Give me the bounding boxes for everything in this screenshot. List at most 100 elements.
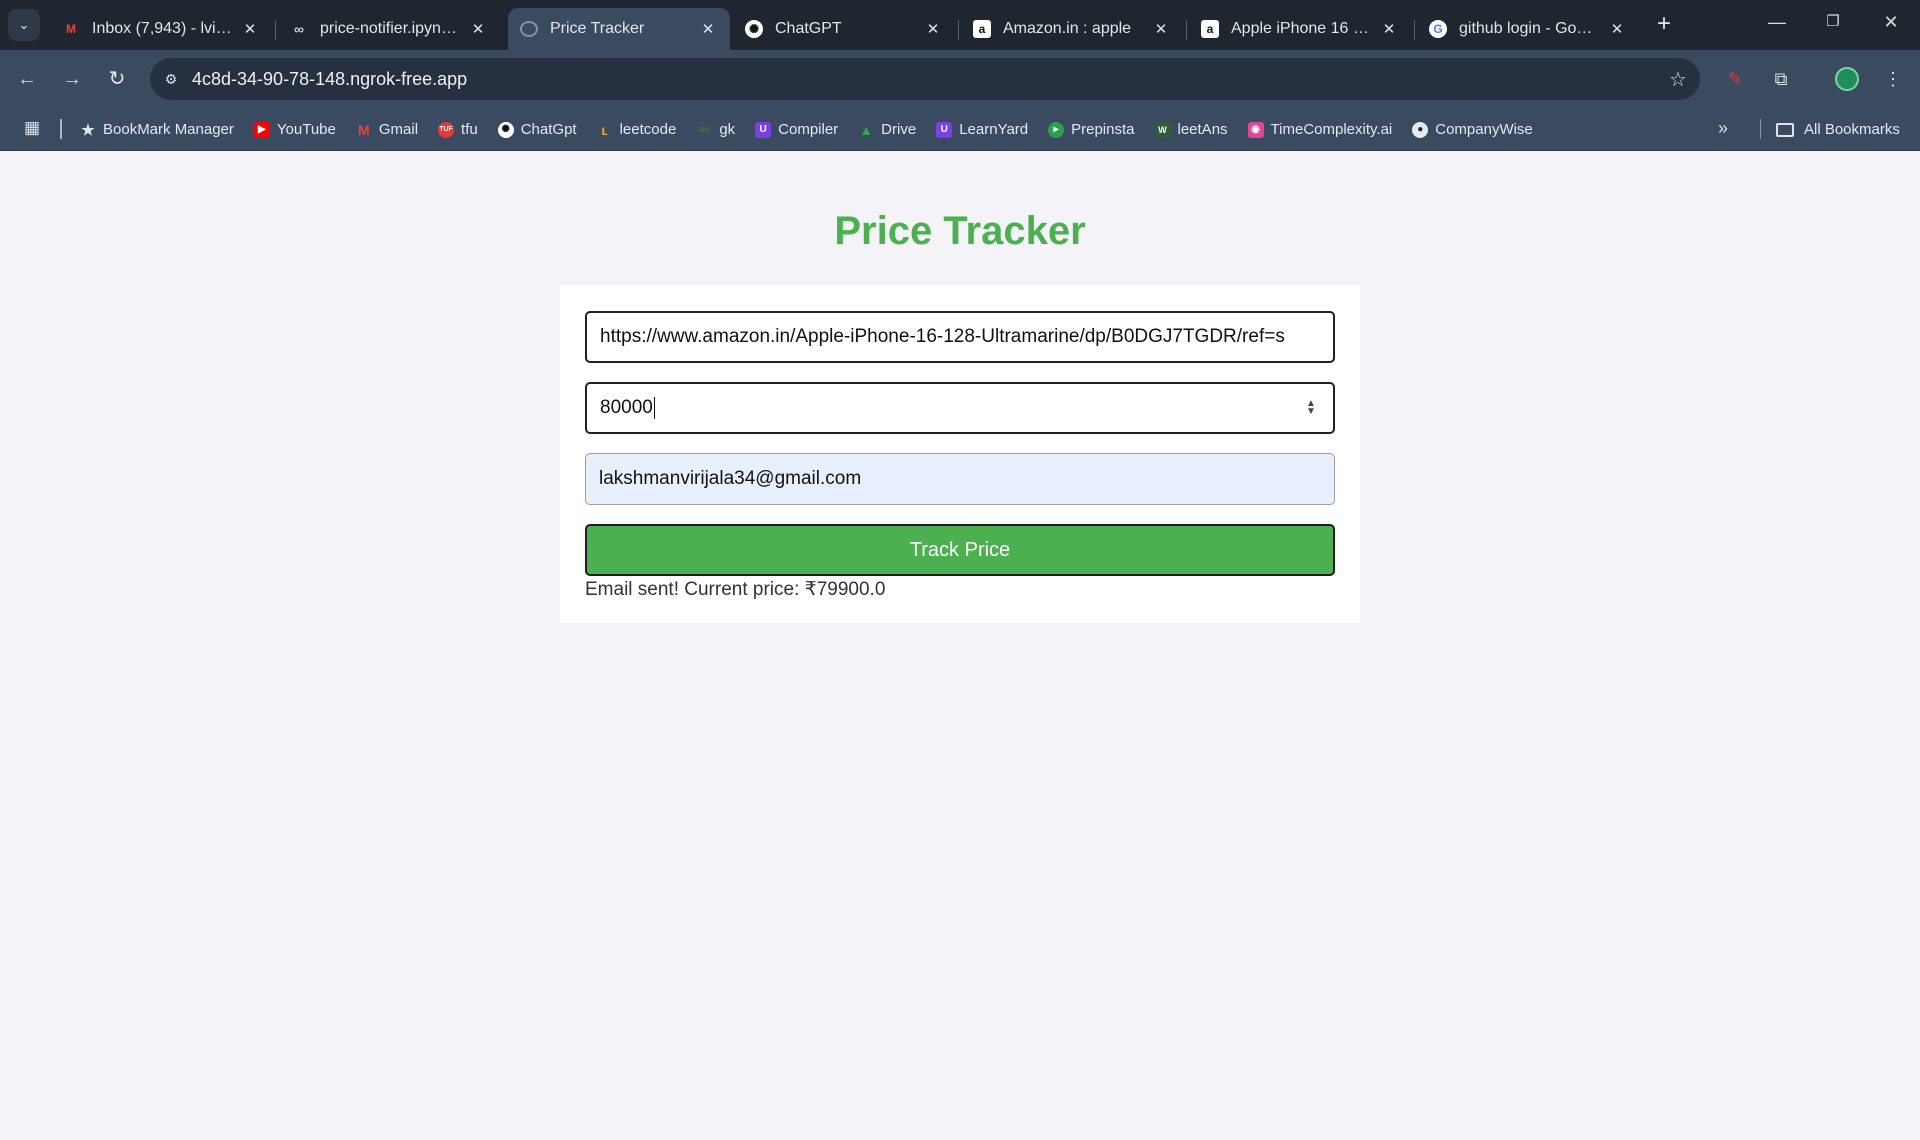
back-button[interactable]: ← [12, 64, 42, 94]
close-icon[interactable]: ✕ [1379, 20, 1399, 38]
chatgpt-icon: ✺ [745, 20, 763, 38]
profile-avatar[interactable] [1832, 64, 1862, 94]
drive-icon: ▲ [859, 121, 874, 138]
minimize-button[interactable]: — [1765, 12, 1789, 33]
bookmark-item[interactable]: TUF tfu [438, 121, 478, 138]
target-price-input[interactable]: 80000 ▲ ▼ [585, 382, 1335, 434]
leetcode-icon: ʟ [601, 121, 608, 138]
bookmark-item[interactable]: WleetAns [1154, 121, 1228, 138]
email-input[interactable]: lakshmanvirijala34@gmail.com [585, 453, 1335, 505]
menu-button[interactable]: ⋮ [1878, 64, 1908, 94]
pen-extension-icon[interactable]: ✎ [1720, 64, 1750, 94]
tab-gmail[interactable]: M Inbox (7,943) - lvirijala ✕ [50, 8, 272, 50]
tab-amazon-search[interactable]: a Amazon.in : apple ✕ [961, 8, 1183, 50]
prepinsta-icon: ▸ [1048, 121, 1065, 138]
tab-amazon-iphone[interactable]: a Apple iPhone 16 (128 ✕ [1189, 8, 1411, 50]
bookmarks-overflow-icon[interactable]: » [1718, 118, 1728, 139]
reload-button[interactable]: ↻ [102, 64, 132, 94]
tracker-form-card: https://www.amazon.in/Apple-iPhone-16-12… [560, 285, 1360, 623]
close-icon[interactable]: ✕ [1607, 20, 1627, 38]
close-window-button[interactable]: ✕ [1879, 12, 1903, 33]
bookmarks-bar: ▦ ★ BookMark Manager ▶ YouTube M Gmail TUF t… [0, 108, 1920, 151]
bookmarks-list: ★ BookMark Manager ▶ YouTube M Gmail TUF tfu… [80, 108, 1553, 151]
tab-chatgpt[interactable]: ✺ ChatGPT ✕ [733, 8, 955, 50]
close-icon[interactable]: ✕ [468, 20, 488, 38]
restore-button[interactable]: ❐ [1821, 12, 1845, 30]
gmail-icon: M [358, 121, 370, 138]
chatgpt-icon: ✺ [497, 121, 514, 138]
site-settings-icon[interactable]: ⚙ [150, 71, 192, 88]
gk-icon: ae [698, 124, 710, 135]
arrow-left-icon: ← [17, 68, 37, 90]
bookmark-item[interactable]: U LearnYard [936, 121, 1028, 138]
extensions-icon[interactable]: ⧉ [1766, 64, 1796, 94]
kebab-menu-icon: ⋮ [1884, 68, 1902, 89]
forward-button[interactable]: → [57, 64, 87, 94]
tab-divider [1414, 20, 1415, 40]
compiler-icon: U [755, 121, 772, 138]
bookmark-item[interactable]: M Gmail [356, 121, 418, 138]
bookmark-item[interactable]: U Compiler [755, 121, 838, 138]
address-bar[interactable]: ⚙ 4c8d-34-90-78-148.ngrok-free.app ☆ [150, 58, 1700, 100]
gmail-icon: M [66, 22, 76, 36]
product-url-input[interactable]: https://www.amazon.in/Apple-iPhone-16-12… [585, 311, 1335, 363]
bookmark-star-icon[interactable]: ☆ [1656, 67, 1700, 92]
close-icon[interactable]: ✕ [698, 20, 718, 38]
leetans-icon: W [1154, 121, 1171, 138]
amazon-icon: a [973, 20, 991, 38]
close-icon[interactable]: ✕ [1151, 20, 1171, 38]
browser-toolbar: ← → ↻ ⚙ 4c8d-34-90-78-148.ngrok-free.app… [0, 50, 1920, 108]
target-price-value: 80000 [600, 397, 653, 418]
plus-icon: + [1656, 10, 1671, 37]
github-icon: ● [1412, 121, 1429, 138]
text-caret [653, 396, 655, 419]
amazon-icon: a [1201, 20, 1219, 38]
tab-colab[interactable]: ∞ price-notifier.ipynb - Colab ✕ [278, 8, 500, 50]
learnyard-icon: U [936, 121, 953, 138]
track-price-button[interactable]: Track Price [585, 524, 1335, 576]
bookmark-item[interactable]: ʟ leetcode [597, 121, 676, 138]
reload-icon: ↻ [108, 68, 126, 90]
tab-divider [275, 20, 276, 40]
new-tab-button[interactable]: + [1651, 12, 1677, 38]
tab-google-github[interactable]: G github login - Google ✕ [1417, 8, 1639, 50]
tab-strip: ⌄ M Inbox (7,943) - lvirijala ✕ ∞ price-… [0, 0, 1920, 50]
bookmark-item[interactable]: ★ BookMark Manager [80, 121, 234, 139]
apps-grid-icon[interactable]: ▦ [22, 118, 42, 138]
youtube-icon: ▶ [253, 121, 270, 138]
star-icon: ★ [81, 121, 95, 139]
tab-divider [1186, 20, 1187, 40]
bookmarks-divider [1760, 119, 1761, 139]
all-bookmarks-button[interactable]: All Bookmarks [1776, 108, 1900, 151]
tab-divider [958, 20, 959, 40]
bookmark-item[interactable]: ● CompanyWise [1412, 121, 1533, 138]
bookmark-item[interactable]: ▲ Drive [858, 121, 916, 138]
product-url-value: https://www.amazon.in/Apple-iPhone-16-12… [600, 326, 1285, 347]
tuf-icon: TUF [438, 121, 455, 138]
bookmark-item[interactable]: ◉ TimeComplexity.ai [1247, 121, 1392, 138]
bookmark-item[interactable]: ✺ ChatGpt [497, 121, 577, 138]
close-icon[interactable]: ✕ [240, 20, 260, 38]
folder-icon [1776, 122, 1794, 137]
bookmarks-divider [60, 119, 62, 139]
email-value: lakshmanvirijala34@gmail.com [599, 468, 862, 489]
bookmark-item[interactable]: ▸ Prepinsta [1048, 121, 1135, 138]
page-content: Price Tracker https://www.amazon.in/Appl… [0, 151, 1920, 1140]
minimize-icon: — [1768, 12, 1786, 32]
number-stepper-icon[interactable]: ▲ ▼ [1302, 399, 1320, 417]
arrow-right-icon: → [62, 68, 82, 90]
restore-icon: ❐ [1826, 13, 1840, 30]
status-message: Email sent! Current price: ₹79900.0 [585, 579, 886, 600]
globe-icon [520, 21, 538, 37]
timecomplexity-icon: ◉ [1247, 121, 1264, 138]
address-bar-url[interactable]: 4c8d-34-90-78-148.ngrok-free.app [192, 69, 1656, 90]
google-icon: G [1429, 20, 1447, 38]
close-icon[interactable]: ✕ [923, 20, 943, 38]
page-title: Price Tracker [834, 209, 1086, 253]
tab-search-button[interactable]: ⌄ [8, 9, 40, 41]
close-icon: ✕ [1883, 12, 1899, 32]
avatar-icon [1835, 67, 1859, 91]
tab-price-tracker[interactable]: Price Tracker ✕ [508, 8, 730, 50]
bookmark-item[interactable]: ▶ YouTube [253, 121, 336, 138]
bookmark-item[interactable]: ae gk [696, 121, 735, 138]
